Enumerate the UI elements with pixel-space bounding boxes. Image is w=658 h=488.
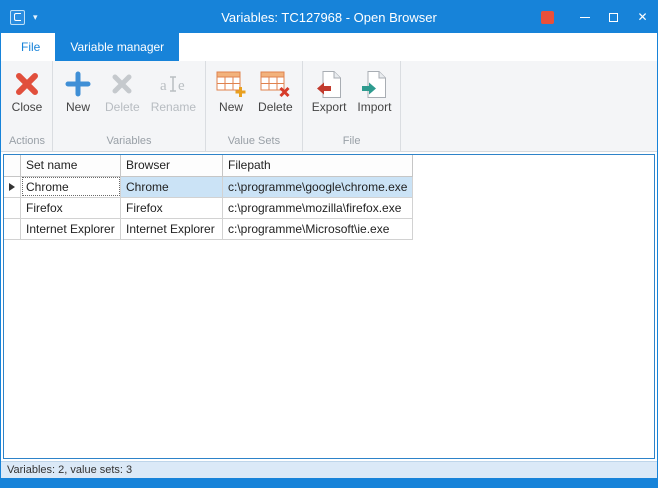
table-row[interactable]: Internet Explorer Internet Explorer c:\p…: [4, 218, 413, 239]
group-caption-value-sets: Value Sets: [210, 132, 298, 151]
table-row[interactable]: Chrome Chrome c:\programme\google\chrome…: [4, 176, 413, 197]
alert-badge-icon: [541, 11, 554, 24]
ribbon-group-file: Export Import File: [303, 61, 402, 151]
delete-variable-label: Delete: [105, 100, 140, 114]
delete-value-set-button[interactable]: Delete: [253, 64, 298, 116]
delete-value-set-label: Delete: [258, 100, 293, 114]
import-icon: [360, 68, 388, 100]
close-window-button[interactable]: ✕: [628, 1, 657, 33]
variables-window: ▾ Variables: TC127968 - Open Browser ✕ F…: [0, 0, 658, 488]
import-label: Import: [357, 100, 391, 114]
current-row-indicator: [4, 176, 21, 197]
group-caption-actions: Actions: [6, 132, 48, 151]
close-icon: [12, 68, 42, 100]
cell-browser[interactable]: Firefox: [121, 197, 223, 218]
close-button[interactable]: Close: [6, 64, 48, 116]
variables-table: Set name Browser Filepath Chrome Chrome …: [4, 155, 413, 240]
export-label: Export: [312, 100, 347, 114]
quick-access-toolbar: ▾: [1, 10, 38, 25]
new-value-set-label: New: [219, 100, 243, 114]
header-row: Set name Browser Filepath: [4, 155, 413, 176]
column-header-filepath[interactable]: Filepath: [223, 155, 413, 176]
svg-text:e: e: [178, 78, 185, 94]
row-indicator-cell: [4, 218, 21, 239]
group-caption-variables: Variables: [57, 132, 201, 151]
ribbon: Close Actions New Delete: [1, 61, 657, 152]
ribbon-group-actions: Close Actions: [2, 61, 53, 151]
window-bottom-border: [1, 478, 657, 487]
export-button[interactable]: Export: [307, 64, 352, 116]
cell-filepath[interactable]: c:\programme\google\chrome.exe: [223, 176, 413, 197]
minimize-button[interactable]: [570, 1, 599, 33]
close-button-label: Close: [12, 100, 43, 114]
cell-filepath[interactable]: c:\programme\Microsoft\ie.exe: [223, 218, 413, 239]
delete-variable-button[interactable]: Delete: [100, 64, 145, 116]
rename-icon: a e: [157, 68, 189, 100]
table-row[interactable]: Firefox Firefox c:\programme\mozilla\fir…: [4, 197, 413, 218]
ribbon-tabs: File Variable manager: [1, 33, 657, 61]
rename-variable-label: Rename: [151, 100, 196, 114]
ribbon-group-variables: New Delete a e Ren: [53, 61, 206, 151]
window-controls: ✕: [541, 1, 657, 33]
variables-grid: Set name Browser Filepath Chrome Chrome …: [3, 154, 655, 459]
tab-variable-manager[interactable]: Variable manager: [55, 33, 179, 61]
cell-browser[interactable]: Internet Explorer: [121, 218, 223, 239]
export-icon: [315, 68, 343, 100]
delete-variable-icon: [109, 68, 135, 100]
close-window-icon: ✕: [637, 10, 647, 24]
app-icon[interactable]: [10, 10, 25, 25]
svg-text:a: a: [160, 78, 167, 94]
group-caption-file: File: [307, 132, 397, 151]
rename-variable-button[interactable]: a e Rename: [146, 64, 201, 116]
new-variable-button[interactable]: New: [57, 64, 99, 116]
cell-browser[interactable]: Chrome: [121, 176, 223, 197]
ribbon-group-value-sets: New Delete Value Sets: [206, 61, 303, 151]
column-header-set-name[interactable]: Set name: [21, 155, 121, 176]
status-bar: Variables: 2, value sets: 3: [1, 461, 657, 478]
cell-set-name[interactable]: Chrome: [21, 176, 121, 197]
tab-file[interactable]: File: [6, 33, 55, 61]
import-button[interactable]: Import: [352, 64, 396, 116]
current-row-indicator-icon: [9, 183, 15, 191]
cell-filepath[interactable]: c:\programme\mozilla\firefox.exe: [223, 197, 413, 218]
cell-set-name[interactable]: Internet Explorer: [21, 218, 121, 239]
minimize-icon: [580, 17, 590, 18]
titlebar: ▾ Variables: TC127968 - Open Browser ✕: [1, 1, 657, 33]
maximize-button[interactable]: [599, 1, 628, 33]
new-value-set-button[interactable]: New: [210, 64, 252, 116]
column-header-browser[interactable]: Browser: [121, 155, 223, 176]
new-variable-icon: [64, 68, 92, 100]
status-text: Variables: 2, value sets: 3: [7, 464, 132, 476]
row-indicator-header: [4, 155, 21, 176]
row-indicator-cell: [4, 197, 21, 218]
new-value-set-icon: [216, 68, 247, 100]
maximize-icon: [609, 13, 618, 22]
quick-access-dropdown-icon[interactable]: ▾: [33, 13, 38, 22]
new-variable-label: New: [66, 100, 90, 114]
delete-value-set-icon: [260, 68, 291, 100]
cell-set-name[interactable]: Firefox: [21, 197, 121, 218]
